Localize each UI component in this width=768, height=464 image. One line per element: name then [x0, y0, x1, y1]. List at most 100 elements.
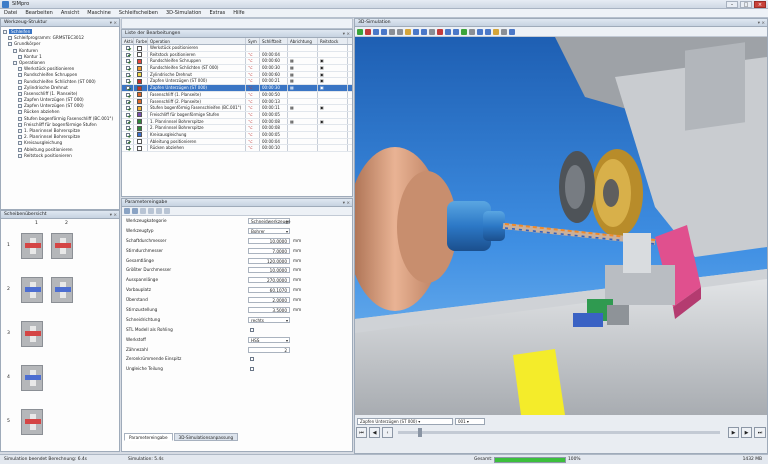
menu-item[interactable]: Bearbeiten — [25, 10, 52, 16]
toolbar-icon[interactable] — [453, 28, 459, 35]
parameter-dropdown[interactable]: Bohrer — [248, 227, 290, 234]
toolbar-icon[interactable] — [405, 28, 411, 35]
toolbar-icon[interactable] — [509, 28, 515, 35]
table-row[interactable]: Kreisausgleichung ⌥ 00:00:05 — [122, 131, 352, 139]
toolbar-icon[interactable] — [421, 28, 427, 35]
menu-item[interactable]: Maschine — [87, 10, 111, 16]
toolbar-icon[interactable] — [469, 28, 475, 35]
toolbar-icon[interactable] — [381, 28, 387, 35]
minimize-button[interactable]: – — [726, 1, 738, 8]
undo-icon[interactable] — [124, 208, 130, 214]
color-swatch[interactable] — [137, 99, 142, 104]
parameter-input[interactable]: 7.0000 — [248, 247, 290, 254]
toolbar-icon[interactable] — [477, 28, 483, 35]
parameter-input[interactable]: 270.0000 — [248, 277, 290, 284]
table-row[interactable]: Fasenschliff (2. Planseite) ⌥ 00:00:13 — [122, 98, 352, 106]
active-checkbox[interactable] — [126, 66, 130, 71]
parameter-checkbox[interactable] — [250, 327, 254, 332]
toolbar-icon[interactable] — [445, 28, 451, 35]
pin-icon[interactable]: ▾ × — [758, 20, 765, 28]
simulation-viewport[interactable] — [355, 37, 767, 415]
panel-tab[interactable]: 3D-Simulationsanpassung — [173, 433, 239, 441]
delete-icon[interactable] — [164, 208, 170, 214]
table-row[interactable]: Rücken abziehen ⌥ 00:00:10 — [122, 145, 352, 152]
menu-item[interactable]: Ansicht — [61, 10, 79, 16]
grinding-wheel-thumbnail[interactable] — [51, 277, 73, 303]
parameter-dropdown[interactable]: Schneidwerkzeuge — [248, 218, 290, 224]
toolbar-icon[interactable] — [389, 28, 395, 35]
active-checkbox[interactable] — [126, 99, 130, 104]
pin-icon[interactable]: ▾ × — [343, 31, 350, 39]
grinding-wheel-thumbnail[interactable] — [21, 277, 43, 303]
parameter-dropdown[interactable]: rechts — [248, 316, 290, 323]
operation-select[interactable]: Zapfen Unterzügen (ST 000) ▾ — [357, 418, 453, 425]
table-row[interactable]: Werkstück positionieren — [122, 45, 352, 52]
color-swatch[interactable] — [137, 139, 142, 145]
next-step-button[interactable]: ▶ — [741, 427, 752, 438]
add-icon[interactable] — [156, 208, 162, 214]
grinding-wheel-thumbnail[interactable] — [51, 233, 73, 259]
parameter-input[interactable]: 120.0000 — [248, 257, 290, 264]
copy-icon[interactable] — [140, 208, 146, 214]
tree-item[interactable]: Reitstock positionieren — [3, 153, 117, 159]
color-swatch[interactable] — [137, 92, 142, 98]
active-checkbox[interactable] — [126, 86, 130, 91]
table-row[interactable]: Freischliff für bogenförmige Stufen ⌥ 00:0… — [122, 111, 352, 119]
toolbar-icon[interactable] — [373, 28, 379, 35]
toolbar-icon[interactable] — [461, 28, 467, 35]
toolbar-icon[interactable] — [493, 28, 499, 35]
table-row[interactable]: Fasenschliff (1. Planseite) ⌥ 00:00:50 — [122, 91, 352, 99]
timeline-handle[interactable] — [418, 428, 422, 437]
active-checkbox[interactable] — [126, 52, 130, 57]
grinding-wheel-thumbnail[interactable] — [21, 321, 43, 347]
menu-item[interactable]: Hilfe — [233, 10, 244, 16]
column-header[interactable]: Abrichtung — [288, 38, 318, 44]
toolbar-icon[interactable] — [413, 28, 419, 35]
color-swatch[interactable] — [137, 72, 142, 78]
parameter-input[interactable]: 2 — [248, 346, 290, 353]
grinding-wheel-thumbnail[interactable] — [21, 365, 43, 391]
column-header[interactable]: Farbe — [134, 38, 148, 44]
color-swatch[interactable] — [137, 65, 142, 71]
toolbar-icon[interactable] — [397, 28, 403, 35]
menu-item[interactable]: Schleifscheiben — [119, 10, 158, 16]
active-checkbox[interactable] — [126, 146, 130, 151]
color-swatch[interactable] — [137, 112, 142, 118]
active-checkbox[interactable] — [126, 126, 130, 131]
column-header[interactable]: Aktiv — [122, 38, 134, 44]
active-checkbox[interactable] — [126, 106, 130, 111]
toolbar-icon[interactable] — [437, 28, 443, 35]
step-select[interactable]: 001 ▾ — [455, 418, 485, 425]
toolbar-icon[interactable] — [485, 28, 491, 35]
last-frame-button[interactable]: ⏭ — [754, 427, 766, 438]
parameter-checkbox[interactable] — [250, 367, 254, 372]
active-checkbox[interactable] — [126, 72, 130, 77]
grinding-wheel-thumbnail[interactable] — [21, 233, 43, 259]
toolbar-icon[interactable] — [501, 28, 507, 35]
parameter-checkbox[interactable] — [250, 357, 254, 362]
table-row[interactable]: Zylindrische Drehnut ⌥ 00:00:60 ▦ ▣ — [122, 71, 352, 79]
table-row[interactable]: 1. Planrinnsel Bohrerspitze ⌥ 00:00:08 ▦ ▣ — [122, 118, 352, 126]
color-swatch[interactable] — [137, 45, 142, 51]
parameter-input[interactable]: 3.5000 — [248, 307, 290, 314]
table-row[interactable]: Ableitung positionieren ⌥ 00:00:04 — [122, 138, 352, 146]
table-row[interactable]: Zapfen Unterzügen (ST 000) ⌥ 00:00:30 ▦ ▣ — [122, 85, 352, 92]
color-swatch[interactable] — [137, 85, 142, 91]
active-checkbox[interactable] — [126, 59, 130, 64]
color-swatch[interactable] — [137, 78, 142, 84]
active-checkbox[interactable] — [126, 92, 130, 97]
toolbar-icon[interactable] — [365, 28, 371, 35]
prev-step-button[interactable]: ◀ — [369, 427, 380, 438]
active-checkbox[interactable] — [126, 132, 130, 137]
toolbar-icon[interactable] — [357, 28, 363, 35]
close-button[interactable]: × — [754, 1, 766, 8]
table-row[interactable]: Rundschleifen Schlichten (ST 000) ⌥ 00:00:… — [122, 65, 352, 72]
color-swatch[interactable] — [137, 105, 142, 111]
color-swatch[interactable] — [137, 52, 142, 58]
color-swatch[interactable] — [137, 58, 142, 64]
panel-tab[interactable]: Parametereingabe — [124, 433, 173, 441]
column-header[interactable]: Schliffzeit — [260, 38, 288, 44]
first-frame-button[interactable]: ⏮ — [356, 427, 367, 438]
active-checkbox[interactable] — [126, 46, 130, 50]
table-row[interactable]: Zapfen Unterzügen (ST 000) ⌥ 00:00:21 ▦ ▣ — [122, 78, 352, 86]
